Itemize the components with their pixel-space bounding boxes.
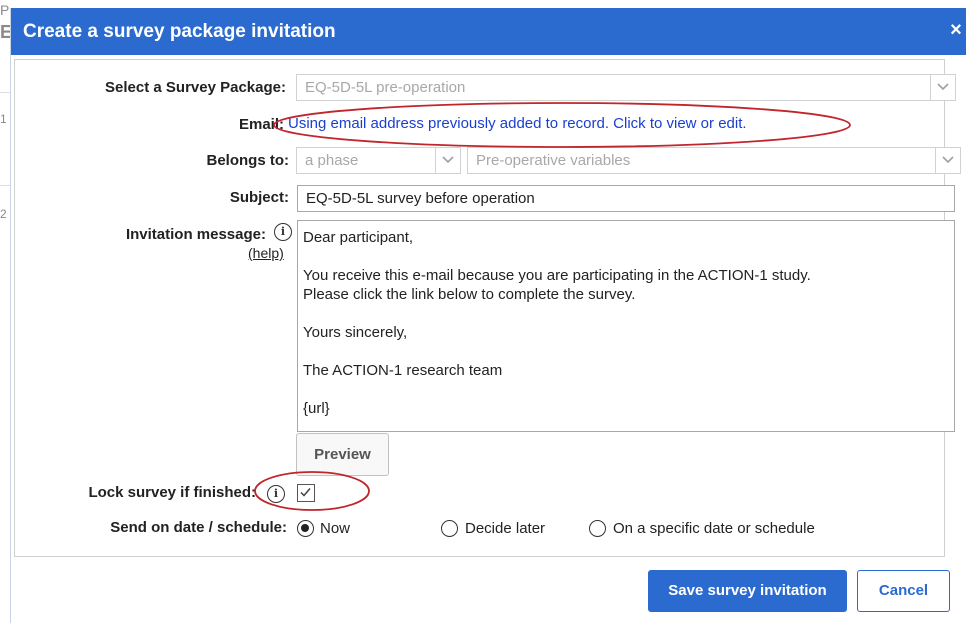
message-line: Yours sincerely, (303, 324, 408, 341)
chevron-down-icon (435, 148, 460, 173)
radio-decide-later[interactable] (441, 520, 458, 537)
chevron-down-icon (935, 148, 960, 173)
radio-now[interactable] (297, 520, 314, 537)
email-label: Email: (238, 116, 284, 133)
lock-survey-label: Lock survey if finished: (88, 484, 256, 501)
message-line: Dear participant, (303, 229, 414, 246)
background-letter: 2 (0, 207, 7, 221)
dialog-title: Create a survey package invitation (23, 21, 336, 42)
cancel-button[interactable]: Cancel (857, 570, 950, 612)
lock-survey-checkbox[interactable] (297, 484, 315, 502)
survey-package-value: EQ-5D-5L pre-operation (305, 79, 466, 96)
chevron-down-icon (930, 75, 955, 100)
invitation-message-label: Invitation message: (125, 226, 266, 243)
help-link[interactable]: (help) (248, 245, 284, 261)
message-line: You receive this e-mail because you are … (303, 267, 811, 284)
radio-specific-date-label: On a specific date or schedule (613, 520, 815, 537)
survey-package-label: Select a Survey Package: (105, 79, 286, 96)
checkmark-icon (300, 488, 311, 497)
survey-package-select[interactable]: EQ-5D-5L pre-operation (296, 74, 956, 101)
invitation-message-textarea[interactable]: Dear participant, You receive this e-mai… (297, 220, 955, 432)
phase-value: a phase (305, 152, 359, 169)
belongs-to-label: Belongs to: (206, 152, 290, 169)
background-letter: 1 (0, 112, 7, 126)
radio-specific-date[interactable] (589, 520, 606, 537)
step-value: Pre-operative variables (476, 152, 631, 169)
info-icon[interactable]: i (267, 485, 285, 503)
info-icon[interactable]: i (274, 223, 292, 241)
background-letter: P (0, 2, 10, 18)
send-on-label: Send on date / schedule: (110, 519, 287, 536)
email-link[interactable]: Using email address previously added to … (288, 115, 747, 132)
radio-decide-later-label: Decide later (465, 520, 546, 537)
subject-label: Subject: (229, 189, 289, 206)
preview-button[interactable]: Preview (296, 433, 389, 476)
subject-input[interactable]: EQ-5D-5L survey before operation (297, 185, 955, 212)
radio-now-label: Now (320, 520, 351, 537)
phase-select[interactable]: a phase (296, 147, 461, 174)
save-survey-invitation-button[interactable]: Save survey invitation (648, 570, 847, 612)
dialog-header: Create a survey package invitation × (11, 8, 966, 55)
step-select[interactable]: Pre-operative variables (467, 147, 961, 174)
message-line: Please click the link below to complete … (303, 286, 636, 303)
close-icon[interactable]: × (947, 19, 965, 41)
message-line: {url} (303, 400, 330, 417)
message-line: The ACTION-1 research team (303, 362, 503, 379)
